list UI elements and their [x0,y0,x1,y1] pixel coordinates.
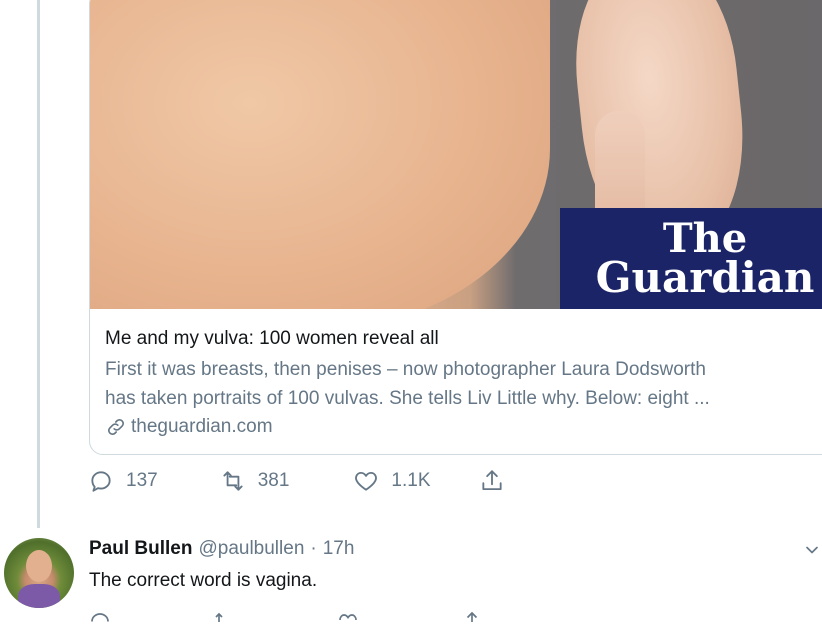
card-description: First it was breasts, then penises – now… [105,355,822,413]
reply-icon [91,471,111,492]
card-description-line-2: has taken portraits of 100 vulvas. She t… [105,388,710,409]
reply-button[interactable]: 137 [88,468,158,494]
article-image: The Guardian [90,0,822,309]
avatar[interactable] [4,538,74,608]
thread-connector-line [37,0,40,528]
share-icon[interactable] [460,610,484,634]
card-body: Me and my vulva: 100 women reveal all Fi… [90,309,822,438]
card-title[interactable]: Me and my vulva: 100 women reveal all [105,328,822,350]
tweet-actions: 137 381 1.1K [88,468,505,494]
retweet-icon [223,471,243,491]
link-preview-card[interactable]: The Guardian Me and my vulva: 100 women … [89,0,822,455]
reply-tweet[interactable]: Paul Bullen @paulbullen · 17h The correc… [0,528,822,622]
share-icon [481,470,502,491]
username-handle[interactable]: @paulbullen [198,538,304,560]
card-description-line-1: First it was breasts, then penises – now… [105,359,706,380]
card-domain-text: theguardian.com [131,416,273,437]
avatar-face [26,550,52,582]
reply-count: 137 [126,470,158,491]
separator-dot: · [310,538,317,559]
reply-header: Paul Bullen @paulbullen · 17h [89,538,354,560]
photo-skin [90,0,550,309]
heart-icon[interactable] [336,610,360,634]
heart-icon [355,471,378,491]
logo-line-2: Guardian [595,252,815,302]
retweet-button[interactable]: 381 [220,468,290,494]
link-icon [108,419,124,435]
logo-line-1: The [662,214,748,262]
reply-icon[interactable] [88,610,112,634]
share-button[interactable] [479,468,505,494]
chevron-down-icon[interactable] [802,540,822,560]
like-count: 1.1K [391,470,431,491]
retweet-count: 381 [257,470,290,491]
reply-actions-cutoff [88,610,484,634]
avatar-shirt [18,584,60,608]
retweet-icon[interactable] [212,610,236,634]
reply-text: The correct word is vagina. [89,570,318,591]
like-button[interactable]: 1.1K [353,468,431,494]
timestamp[interactable]: 17h [323,538,355,560]
display-name[interactable]: Paul Bullen [89,538,192,560]
guardian-logo: The Guardian [560,208,822,309]
card-domain[interactable]: theguardian.com [105,416,822,438]
